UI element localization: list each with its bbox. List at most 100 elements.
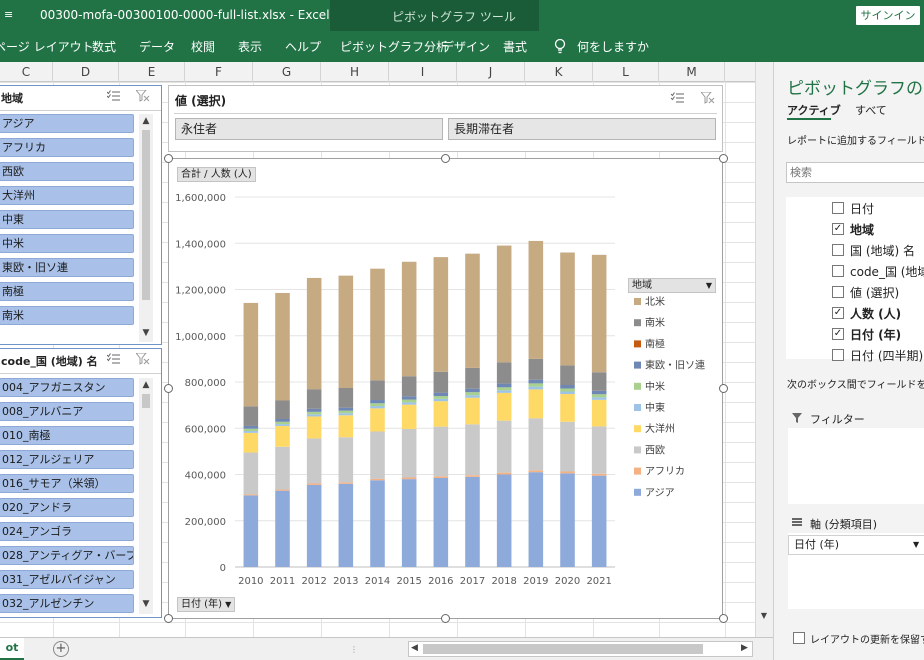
clear-filter-icon[interactable]: [136, 90, 150, 102]
dropdown-arrow-icon[interactable]: ▼: [913, 536, 919, 554]
slicer-item[interactable]: 031_アゼルバイジャン: [0, 570, 134, 589]
tell-me-box[interactable]: 何をしますか: [577, 38, 649, 55]
column-header[interactable]: K: [525, 62, 593, 82]
column-header[interactable]: H: [321, 62, 389, 82]
tab-all-fields[interactable]: すべて: [855, 102, 887, 118]
slicer-item[interactable]: 南極: [0, 282, 134, 301]
column-header[interactable]: J: [457, 62, 525, 82]
slicer-item[interactable]: 中東: [0, 210, 134, 229]
scroll-down-icon[interactable]: ▼: [139, 328, 153, 338]
legend-field-button[interactable]: 地域 ▼: [628, 278, 716, 293]
tab-help[interactable]: ヘルプ: [285, 38, 321, 55]
filter-drop-area[interactable]: [788, 428, 924, 504]
tab-page-layout[interactable]: ページ レイアウト: [0, 38, 94, 55]
slicer-item[interactable]: 東欧・旧ソ連: [0, 258, 134, 277]
slicer-item[interactable]: 024_アンゴラ: [0, 522, 134, 541]
field-checkbox[interactable]: ✓: [832, 328, 844, 340]
scroll-thumb[interactable]: [142, 394, 150, 408]
resize-handle[interactable]: [164, 154, 173, 163]
tab-design[interactable]: デザイン: [442, 38, 490, 55]
tab-active-fields[interactable]: アクティブ: [787, 102, 841, 118]
slicer-item[interactable]: 032_アルゼンチン: [0, 594, 134, 613]
resize-handle[interactable]: [719, 154, 728, 163]
slicer-item[interactable]: 長期滞在者: [448, 118, 716, 140]
slicer-item[interactable]: 南米: [0, 306, 134, 325]
tab-data[interactable]: データ: [139, 38, 175, 55]
slicer-item[interactable]: 大洋州: [0, 186, 134, 205]
slicer-item[interactable]: 020_アンドラ: [0, 498, 134, 517]
field-item[interactable]: 人数 (人): [850, 305, 901, 322]
field-checkbox[interactable]: [832, 244, 844, 256]
field-search-input[interactable]: [786, 162, 924, 183]
slicer-item[interactable]: 028_アンティグア・バーブーダ: [0, 546, 134, 565]
slicer-region[interactable]: 地域 アジア アフリカ 西欧 大洋州 中東 中米 東欧・旧ソ連 南極 南米 ▲ …: [0, 85, 162, 345]
resize-handle[interactable]: [719, 614, 728, 623]
axis-drop-area[interactable]: 日付 (年) ▼: [788, 533, 924, 609]
field-item[interactable]: 地域: [850, 221, 874, 238]
axis-field-pill[interactable]: 日付 (年) ▼: [788, 535, 924, 555]
resize-handle[interactable]: [164, 384, 173, 393]
tab-pivotchart-analyze[interactable]: ピボットグラフ分析: [340, 38, 448, 55]
column-header[interactable]: F: [185, 62, 253, 82]
axis-field-button[interactable]: 日付 (年) ▼: [177, 597, 236, 612]
slicer-item[interactable]: アジア: [0, 114, 134, 133]
field-checkbox[interactable]: [832, 286, 844, 298]
slicer-item[interactable]: 012_アルジェリア: [0, 450, 134, 469]
quick-access-menu-icon[interactable]: ≡: [4, 8, 13, 21]
defer-update-checkbox[interactable]: [793, 632, 805, 644]
field-item[interactable]: 日付 (四半期): [850, 347, 923, 364]
column-header[interactable]: E: [119, 62, 185, 82]
field-checkbox[interactable]: [832, 202, 844, 214]
column-header[interactable]: M: [659, 62, 725, 82]
horizontal-scrollbar[interactable]: ◀ ▶: [408, 641, 753, 657]
field-item[interactable]: 日付 (年): [850, 326, 901, 343]
scroll-up-icon[interactable]: ▲: [139, 116, 153, 126]
resize-handle[interactable]: [164, 614, 173, 623]
column-header[interactable]: C: [0, 62, 53, 82]
field-checkbox[interactable]: ✓: [832, 223, 844, 235]
scroll-thumb[interactable]: [142, 130, 150, 300]
slicer-item[interactable]: 008_アルバニア: [0, 402, 134, 421]
pivot-chart[interactable]: 合計 / 人数 (人) 0 200,000 400,000 600,000 800,00…: [168, 158, 723, 619]
sheet-vertical-scrollbar[interactable]: ▼: [755, 62, 773, 637]
field-item[interactable]: 国 (地域) 名: [850, 242, 915, 259]
tab-review[interactable]: 校閲: [191, 38, 215, 55]
field-checkbox[interactable]: [832, 265, 844, 277]
tab-formulas[interactable]: 数式: [92, 38, 116, 55]
lightbulb-icon[interactable]: [554, 38, 566, 54]
tab-view[interactable]: 表示: [238, 38, 262, 55]
slicer-item[interactable]: アフリカ: [0, 138, 134, 157]
slicer-item[interactable]: 西欧: [0, 162, 134, 181]
scroll-down-icon[interactable]: ▼: [139, 599, 153, 609]
slicer-scrollbar[interactable]: ▲ ▼: [139, 114, 153, 342]
tab-splitter-icon[interactable]: ⋮: [350, 645, 358, 654]
add-sheet-icon[interactable]: +: [53, 641, 69, 657]
multi-select-icon[interactable]: [107, 353, 121, 365]
scroll-left-icon[interactable]: ◀: [411, 643, 418, 653]
signin-button[interactable]: サインイン: [856, 6, 920, 25]
resize-handle[interactable]: [441, 614, 450, 623]
field-item[interactable]: 値 (選択): [850, 284, 899, 301]
multi-select-icon[interactable]: [671, 92, 685, 104]
field-item[interactable]: 日付: [850, 200, 874, 217]
slicer-item[interactable]: 010_南極: [0, 426, 134, 445]
sheet-tab[interactable]: ot: [0, 638, 24, 660]
slicer-item[interactable]: 016_サモア（米領）: [0, 474, 134, 493]
slicer-value[interactable]: 値 (選択) 永住者 長期滞在者: [168, 85, 723, 152]
field-item[interactable]: code_国 (地域) 名: [850, 263, 924, 280]
resize-handle[interactable]: [719, 384, 728, 393]
slicer-item[interactable]: 永住者: [175, 118, 443, 140]
scroll-thumb[interactable]: [423, 644, 703, 654]
column-header[interactable]: D: [53, 62, 119, 82]
field-checkbox[interactable]: ✓: [832, 307, 844, 319]
slicer-country[interactable]: code_国 (地域) 名 004_アフガニスタン 008_アルバニア 010_…: [0, 348, 162, 618]
resize-handle[interactable]: [441, 154, 450, 163]
column-header[interactable]: I: [389, 62, 457, 82]
slicer-scrollbar[interactable]: ▲ ▼: [139, 378, 153, 614]
tab-format[interactable]: 書式: [503, 38, 527, 55]
scroll-right-icon[interactable]: ▶: [741, 643, 748, 653]
slicer-item[interactable]: 中米: [0, 234, 134, 253]
clear-filter-icon[interactable]: [136, 353, 150, 365]
column-header[interactable]: G: [253, 62, 321, 82]
slicer-item[interactable]: 004_アフガニスタン: [0, 378, 134, 397]
